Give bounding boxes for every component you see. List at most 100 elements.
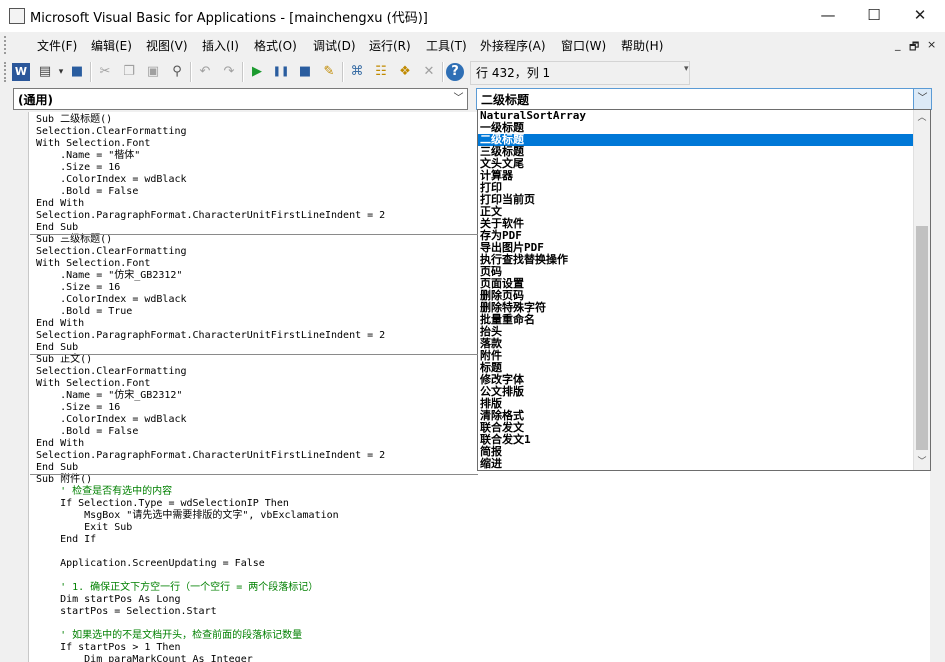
procedure-list-item[interactable]: 打印当前页 (478, 194, 913, 206)
procedure-list-item[interactable]: 落款 (478, 338, 913, 350)
code-line[interactable]: If Selection.Type = wdSelectionIP Then (36, 498, 289, 509)
margin-indicator-bar[interactable] (0, 112, 29, 662)
procedure-combo[interactable]: 二级标题 ﹀ (476, 88, 932, 110)
find-icon[interactable]: ⚲ (168, 63, 186, 81)
chevron-down-icon[interactable]: ﹀ (913, 89, 931, 109)
procedure-list-item[interactable]: 页码 (478, 266, 913, 278)
code-line[interactable]: Sub 附件() (36, 474, 92, 485)
properties-icon[interactable]: ☷ (372, 63, 390, 81)
code-line[interactable]: .Name = "仿宋_GB2312" (36, 270, 182, 281)
code-line[interactable]: Sub 三级标题() (36, 234, 112, 245)
procedure-list-item[interactable]: 批量重命名 (478, 314, 913, 326)
procedure-list-item[interactable]: 标题 (478, 362, 913, 374)
code-line[interactable]: Selection.ClearFormatting (36, 246, 187, 257)
procedure-list-item[interactable]: 删除特殊字符 (478, 302, 913, 314)
procedure-list-item[interactable]: 公文排版 (478, 386, 913, 398)
paste-icon[interactable]: ▣ (144, 63, 162, 81)
code-line[interactable]: End With (36, 438, 84, 449)
code-line[interactable]: .Size = 16 (36, 162, 120, 173)
procedure-list-item[interactable]: 联合发文 (478, 422, 913, 434)
procedure-list-item[interactable]: 清除格式 (478, 410, 913, 422)
code-line[interactable]: Selection.ClearFormatting (36, 126, 187, 137)
procedure-list-item[interactable]: 缩进 (478, 458, 913, 470)
procedure-list-item[interactable]: 正文 (478, 206, 913, 218)
menu-addins[interactable]: 外接程序(A) (480, 37, 546, 54)
redo-icon[interactable]: ↷ (220, 63, 238, 81)
code-line[interactable]: .Size = 16 (36, 282, 120, 293)
procedure-list-item[interactable]: 执行查找替换操作 (478, 254, 913, 266)
code-line[interactable]: ' 如果选中的不是文档开头，检查前面的段落标记数量 (36, 630, 302, 641)
code-line[interactable]: ' 检查是否有选中的内容 (36, 486, 172, 497)
code-line[interactable]: Exit Sub (36, 522, 132, 533)
code-line[interactable]: Selection.ParagraphFormat.CharacterUnitF… (36, 450, 385, 461)
code-line[interactable]: With Selection.Font (36, 258, 150, 269)
menu-view[interactable]: 视图(V) (146, 37, 188, 54)
scroll-thumb[interactable] (916, 226, 928, 450)
procedure-dropdown-list[interactable]: NaturalSortArray 一级标题 二级标题 三级标题 文头文尾 计算器 打印 打印当… (477, 109, 931, 471)
project-explorer-icon[interactable]: ⌘ (348, 63, 366, 81)
procedure-list-item[interactable]: 附件 (478, 350, 913, 362)
minimize-button[interactable]: — (806, 0, 850, 32)
code-line[interactable]: MsgBox "请先选中需要排版的文字", vbExclamation (36, 510, 339, 521)
code-line[interactable]: .Size = 16 (36, 402, 120, 413)
code-line[interactable]: .ColorIndex = wdBlack (36, 294, 186, 305)
menu-format[interactable]: 格式(O) (254, 37, 297, 54)
procedure-list-item[interactable]: 打印 (478, 182, 913, 194)
code-line[interactable]: Selection.ParagraphFormat.CharacterUnitF… (36, 330, 385, 341)
menubar-grip-icon[interactable] (4, 36, 10, 54)
close-button[interactable]: ✕ (898, 0, 942, 32)
procedure-list-item[interactable]: 修改字体 (478, 374, 913, 386)
menu-file[interactable]: 文件(F) (37, 37, 77, 54)
menu-tools[interactable]: 工具(T) (426, 37, 467, 54)
procedure-list-item[interactable]: NaturalSortArray (478, 110, 913, 122)
procedure-list-item[interactable]: 排版 (478, 398, 913, 410)
cut-icon[interactable]: ✂ (96, 63, 114, 81)
menu-debug[interactable]: 调试(D) (313, 37, 356, 54)
code-line[interactable]: .Name = "仿宋_GB2312" (36, 390, 182, 401)
code-line[interactable]: With Selection.Font (36, 138, 150, 149)
reset-icon[interactable]: ■ (296, 63, 314, 81)
menu-help[interactable]: 帮助(H) (621, 37, 663, 54)
code-line[interactable]: .Bold = True (36, 306, 132, 317)
code-line[interactable]: .ColorIndex = wdBlack (36, 414, 186, 425)
procedure-list-item[interactable]: 三级标题 (478, 146, 913, 158)
toolbox-icon[interactable]: ✕ (420, 63, 438, 81)
code-line[interactable]: Dim paraMarkCount As Integer (36, 654, 253, 662)
scroll-up-icon[interactable]: ︿ (914, 110, 930, 126)
mdi-restore-button[interactable]: 🗗 (909, 38, 919, 57)
chevron-down-icon[interactable]: ﹀ (450, 89, 467, 109)
code-line[interactable]: .Bold = False (36, 186, 138, 197)
procedure-list-item[interactable]: 页面设置 (478, 278, 913, 290)
code-line[interactable]: With Selection.Font (36, 378, 150, 389)
run-icon[interactable]: ▶ (248, 63, 266, 81)
code-line[interactable]: Sub 正文() (36, 354, 92, 365)
code-vertical-scrollbar[interactable] (930, 112, 945, 662)
help-icon[interactable]: ? (446, 63, 464, 81)
toolbar-grip-icon[interactable] (4, 62, 10, 82)
code-line[interactable]: End Sub (36, 342, 78, 353)
code-line[interactable]: Selection.ParagraphFormat.CharacterUnitF… (36, 210, 385, 221)
code-line[interactable]: If startPos > 1 Then (36, 642, 180, 653)
procedure-list-item[interactable]: 计算器 (478, 170, 913, 182)
object-combo[interactable]: (通用) ﹀ (13, 88, 468, 110)
code-line[interactable]: End Sub (36, 462, 78, 473)
code-editor[interactable]: Sub 二级标题() Selection.ClearFormatting Wit… (30, 112, 478, 662)
toolbar-overflow-icon[interactable]: ▾ (684, 64, 689, 74)
word-icon[interactable]: W (12, 63, 30, 81)
code-line[interactable]: ' 1. 确保正文下方空一行（一个空行 = 两个段落标记） (36, 582, 318, 593)
procedure-list-item[interactable]: 关于软件 (478, 218, 913, 230)
procedure-list-item[interactable]: 简报 (478, 446, 913, 458)
procedure-list-item[interactable]: 抬头 (478, 326, 913, 338)
maximize-button[interactable]: ☐ (852, 0, 896, 32)
dropdown-scrollbar[interactable]: ︿ ﹀ (913, 110, 930, 470)
code-line[interactable]: Sub 二级标题() (36, 114, 112, 125)
procedure-list-item[interactable]: 文头文尾 (478, 158, 913, 170)
code-line[interactable]: Application.ScreenUpdating = False (36, 558, 265, 569)
mdi-close-button[interactable]: × (927, 38, 936, 51)
mdi-minimize-button[interactable]: _ (895, 38, 901, 51)
code-line[interactable]: End Sub (36, 222, 78, 233)
menu-insert[interactable]: 插入(I) (202, 37, 239, 54)
break-icon[interactable]: ❚❚ (272, 63, 290, 81)
design-mode-icon[interactable]: ✎ (320, 63, 338, 81)
code-line[interactable]: .ColorIndex = wdBlack (36, 174, 186, 185)
